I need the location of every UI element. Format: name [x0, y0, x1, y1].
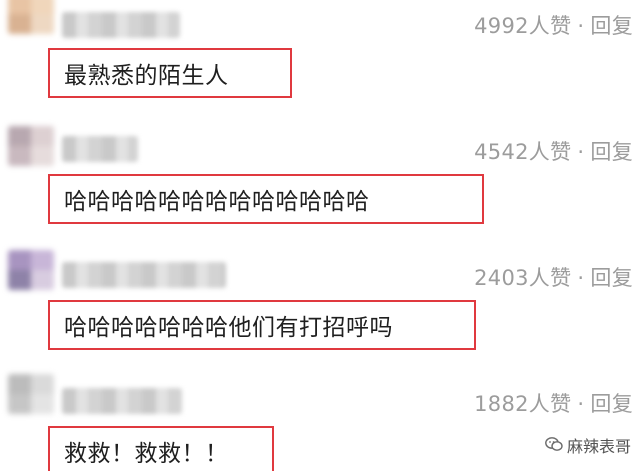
- like-count[interactable]: 4542: [474, 140, 529, 164]
- comment-text: 最熟悉的陌生人: [64, 63, 229, 89]
- comment-item: 2403人赞 · 回复 哈哈哈哈哈哈哈他们有打招呼吗: [0, 236, 641, 354]
- avatar-tile: [8, 126, 31, 146]
- avatar-tile: [8, 270, 31, 290]
- username-blurred[interactable]: [62, 388, 182, 414]
- comment-text: 哈哈哈哈哈哈哈哈哈哈哈哈哈: [64, 189, 370, 215]
- reply-button[interactable]: 回复: [590, 140, 633, 164]
- like-count[interactable]: 4992: [474, 14, 529, 38]
- avatar-tile: [31, 250, 54, 270]
- avatar-tile: [8, 374, 31, 394]
- reply-button[interactable]: 回复: [590, 266, 633, 290]
- comment-meta: 4542人赞 · 回复: [474, 136, 633, 166]
- like-count[interactable]: 2403: [474, 266, 529, 290]
- watermark-text: 麻辣表哥: [566, 437, 631, 456]
- comment-text-highlight: 救救！救救！！: [48, 426, 274, 471]
- avatar-tile: [8, 146, 31, 166]
- avatar-tile: [31, 146, 54, 166]
- avatar-tile: [31, 14, 54, 34]
- meta-separator: ·: [577, 14, 585, 38]
- meta-separator: ·: [577, 392, 585, 416]
- comment-text: 哈哈哈哈哈哈哈他们有打招呼吗: [64, 315, 393, 341]
- avatar-tile: [31, 126, 54, 146]
- username-blurred[interactable]: [62, 12, 180, 38]
- wechat-bubble-icon: [545, 436, 563, 456]
- username-blurred[interactable]: [62, 262, 226, 288]
- watermark: 麻辣表哥: [545, 433, 631, 457]
- comment-meta: 1882人赞 · 回复: [474, 388, 633, 418]
- comment-text-highlight: 哈哈哈哈哈哈哈哈哈哈哈哈哈: [48, 174, 484, 224]
- avatar[interactable]: [8, 0, 54, 34]
- comment-meta: 2403人赞 · 回复: [474, 262, 633, 292]
- reply-button[interactable]: 回复: [590, 392, 633, 416]
- avatar-tile: [31, 394, 54, 414]
- avatar-tile: [8, 14, 31, 34]
- meta-separator: ·: [577, 140, 585, 164]
- reply-button[interactable]: 回复: [590, 14, 633, 38]
- avatar[interactable]: [8, 374, 54, 414]
- avatar-tile: [8, 394, 31, 414]
- comment-text: 救救！救救！！: [64, 441, 229, 467]
- like-suffix[interactable]: 人赞: [529, 266, 572, 290]
- like-suffix[interactable]: 人赞: [529, 14, 572, 38]
- avatar-tile: [31, 0, 54, 14]
- comment-list: 4992人赞 · 回复 最熟悉的陌生人 4542人赞 · 回复 哈哈哈哈哈哈哈哈哈哈哈哈…: [0, 0, 641, 471]
- avatar-tile: [8, 250, 31, 270]
- like-suffix[interactable]: 人赞: [529, 392, 572, 416]
- avatar-tile: [31, 270, 54, 290]
- avatar[interactable]: [8, 250, 54, 290]
- avatar-tile: [31, 374, 54, 394]
- username-blurred[interactable]: [62, 136, 138, 162]
- comment-text-highlight: 哈哈哈哈哈哈哈他们有打招呼吗: [48, 300, 476, 350]
- comment-item: 4992人赞 · 回复 最熟悉的陌生人: [0, 0, 641, 118]
- meta-separator: ·: [577, 266, 585, 290]
- comment-meta: 4992人赞 · 回复: [474, 10, 633, 40]
- like-suffix[interactable]: 人赞: [529, 140, 572, 164]
- comment-text-highlight: 最熟悉的陌生人: [48, 48, 292, 98]
- wechat-bubble-icon-graphic: [545, 437, 563, 451]
- avatar-tile: [8, 0, 31, 14]
- avatar[interactable]: [8, 126, 54, 166]
- like-count[interactable]: 1882: [474, 392, 529, 416]
- comment-item: 4542人赞 · 回复 哈哈哈哈哈哈哈哈哈哈哈哈哈: [0, 118, 641, 236]
